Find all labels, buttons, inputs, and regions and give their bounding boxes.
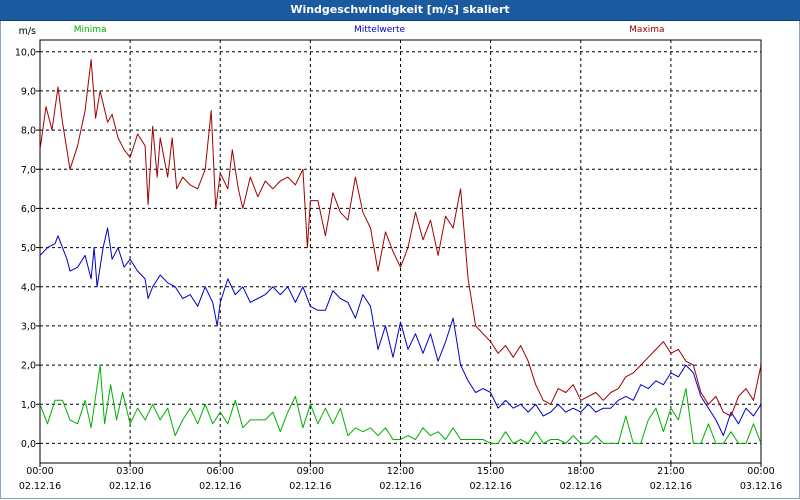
x-time-label: 12:00 [387, 466, 414, 477]
x-date-label: 02.12.16 [109, 481, 151, 492]
x-time-label: 00:00 [26, 466, 53, 477]
x-date-label: 02.12.16 [289, 481, 331, 492]
axes [36, 39, 762, 467]
x-time-label: 21:00 [657, 466, 684, 477]
series-label-maxima: Maxima [629, 25, 664, 35]
x-date-label: 02.12.16 [19, 481, 61, 492]
y-tick-label: 7,0 [21, 165, 36, 176]
y-tick-label: 1,0 [21, 400, 36, 411]
x-time-label: 00:00 [747, 466, 774, 477]
y-tick-label: 9,0 [21, 86, 36, 97]
y-tick-label: 10,0 [15, 47, 36, 58]
y-tick-label: 0,0 [21, 439, 36, 450]
series-label-mittelwerte: Mittelwerte [354, 25, 405, 35]
wind-speed-chart: 0,0 1,0 2,0 3,0 4,0 5,0 6,0 7,0 8,0 9,0 10,0 00:00 0… [15, 25, 782, 492]
x-time-label: 15:00 [477, 466, 504, 477]
y-tick-label: 5,0 [21, 243, 36, 254]
x-date-label: 03.12.16 [740, 481, 782, 492]
x-time-label: 18:00 [567, 466, 594, 477]
window-title: Windgeschwindigkeit [m/s] skaliert [0, 0, 800, 21]
y-axis-label: m/s [19, 26, 36, 37]
x-time-label: 03:00 [116, 466, 143, 477]
x-time-label: 09:00 [297, 466, 324, 477]
y-tick-label: 2,0 [21, 361, 36, 372]
x-date-label: 02.12.16 [650, 481, 692, 492]
x-date-label: 02.12.16 [469, 481, 511, 492]
series-labels: Minima Mittelwerte Maxima [74, 25, 665, 35]
chart-frame: 0,0 1,0 2,0 3,0 4,0 5,0 6,0 7,0 8,0 9,0 10,0 00:00 0… [0, 21, 800, 499]
x-date-label: 02.12.16 [560, 481, 602, 492]
y-tick-label: 3,0 [21, 321, 36, 332]
series-label-minima: Minima [74, 25, 107, 35]
y-tick-label: 6,0 [21, 204, 36, 215]
x-time-label: 06:00 [207, 466, 234, 477]
y-tick-label: 4,0 [21, 282, 36, 293]
x-date-label: 02.12.16 [199, 481, 241, 492]
y-tick-label: 8,0 [21, 126, 36, 137]
grid [40, 40, 761, 463]
x-date-label: 02.12.16 [379, 481, 421, 492]
